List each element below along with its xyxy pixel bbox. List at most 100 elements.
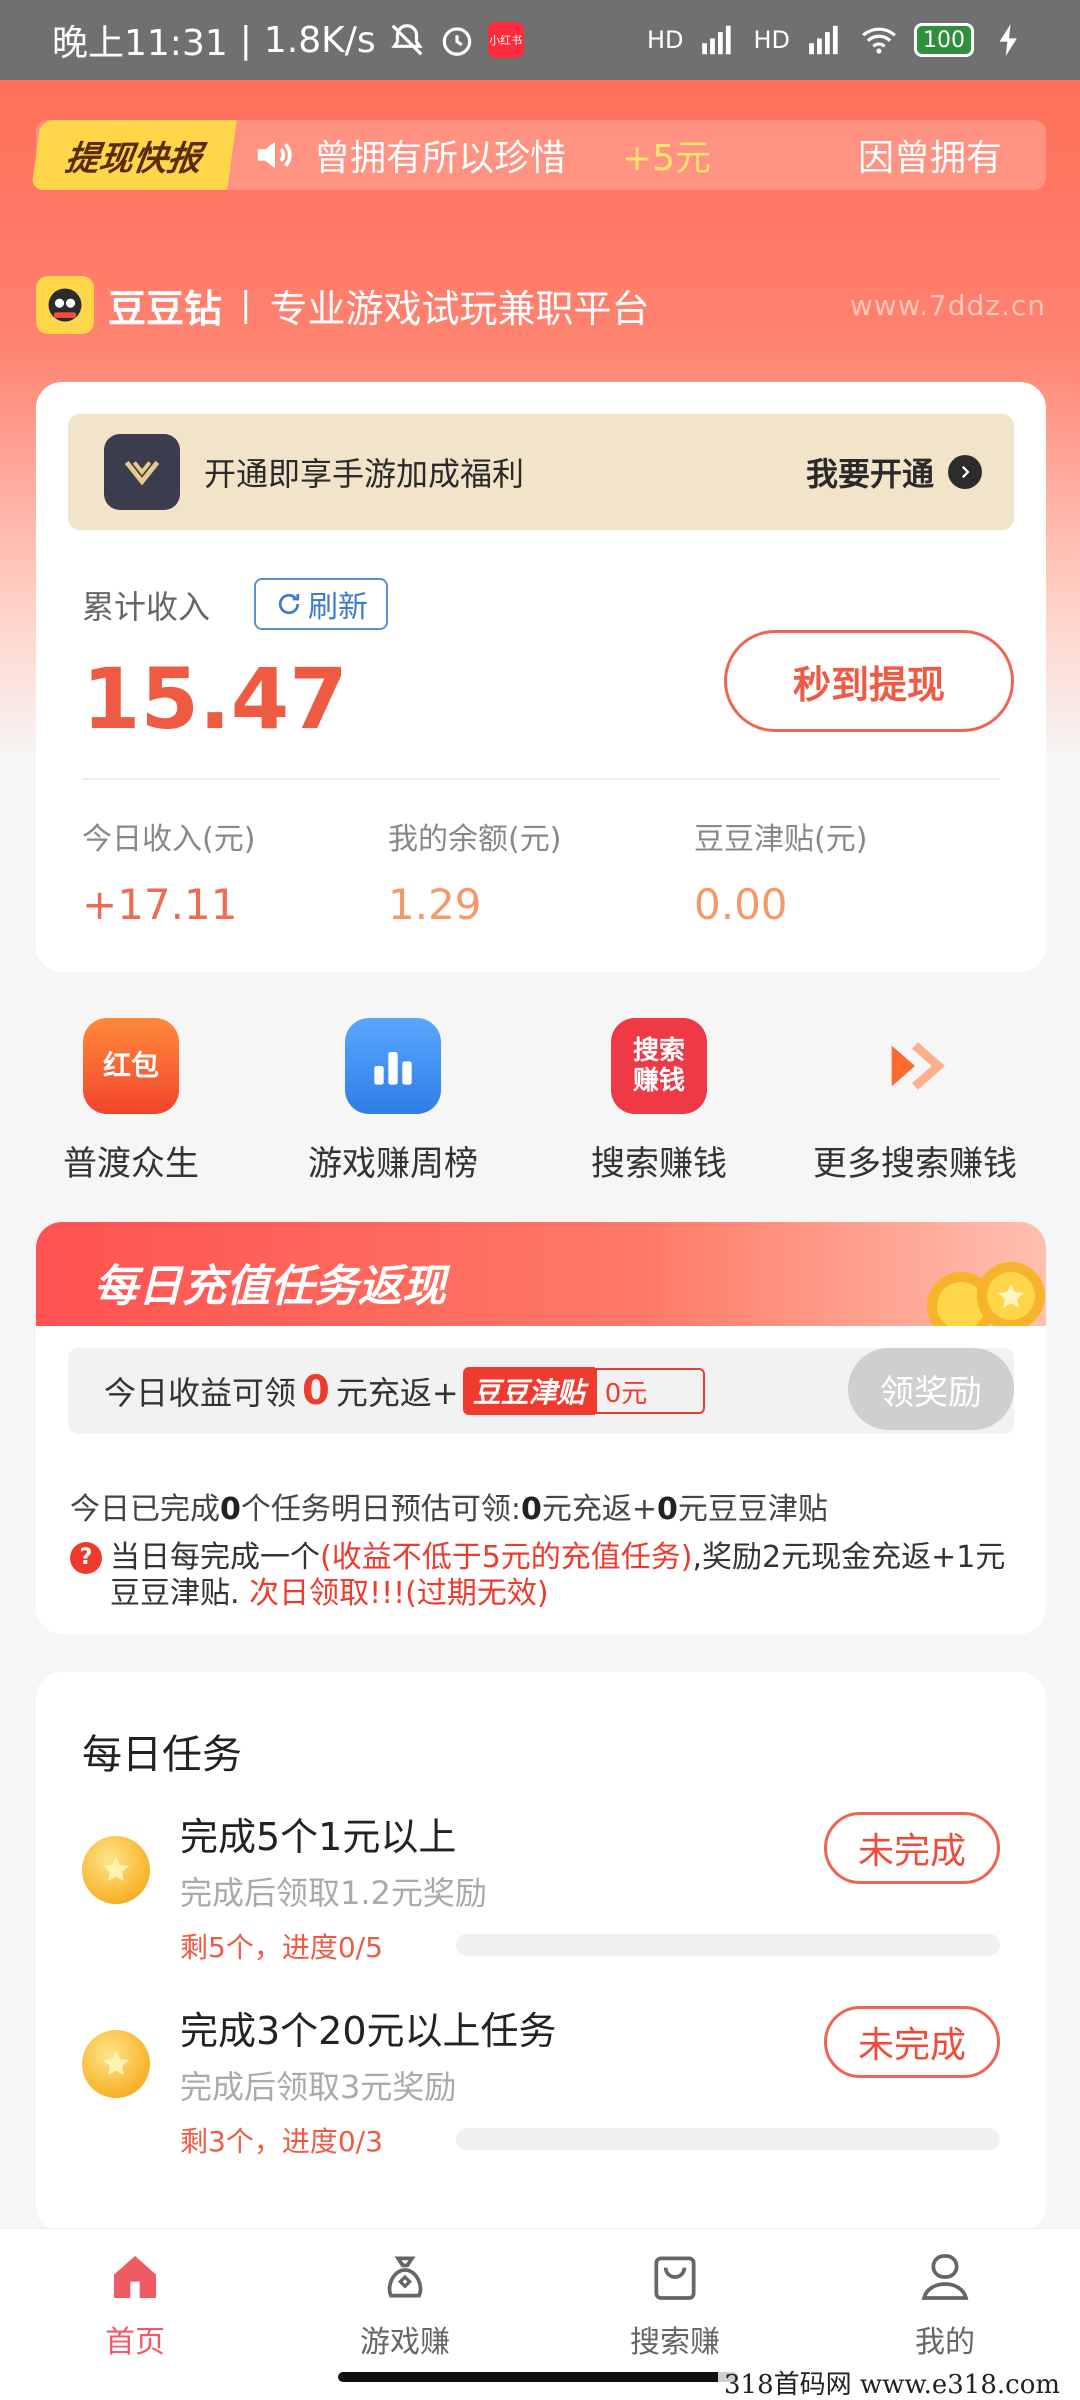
brand-logo-icon: [36, 276, 94, 334]
quick-item-weekly-ranking[interactable]: 游戏赚周榜: [268, 1010, 518, 1185]
vip-icon: [104, 434, 180, 510]
nav-game-earn[interactable]: 游戏赚: [270, 2249, 540, 2361]
brand-name: 豆豆钻: [108, 286, 223, 331]
speaker-icon: [257, 141, 292, 169]
stat-label: 豆豆津贴(元): [694, 822, 868, 857]
stat-allowance: 豆豆津贴(元) 0.00: [694, 814, 867, 929]
total-income-value: 15.47: [82, 650, 348, 748]
recharge-title: 每日充值任务返现: [94, 1261, 446, 1312]
vip-open-button[interactable]: 我要开通: [806, 449, 982, 495]
task-progress-bar: [456, 1934, 1000, 1956]
quick-item-label: 更多搜索赚钱: [813, 1144, 1017, 1184]
ticker-amount: +5元: [622, 138, 712, 179]
brand-row: 豆豆钻 | 专业游戏试玩兼职平台 www.7ddz.cn: [36, 272, 1046, 338]
task-status-button[interactable]: 未完成: [824, 2006, 1000, 2078]
task-status-button[interactable]: 未完成: [824, 1812, 1000, 1884]
daily-tasks-title: 每日任务: [82, 1732, 242, 1778]
stat-label: 今日收入(元): [82, 822, 256, 857]
task-progress-bar: [456, 2128, 1000, 2150]
task-item: 完成5个1元以上 完成后领取1.2元奖励 剩5个，进度0/5 未完成: [36, 1806, 1046, 1976]
stat-value: 1.29: [388, 880, 482, 929]
nav-home[interactable]: 首页: [0, 2249, 270, 2361]
ticker-badge: 提现快报: [31, 120, 237, 190]
ranking-chart-icon: [345, 1018, 441, 1114]
nav-label: 游戏赚: [360, 2325, 450, 2360]
status-bar: 晚上11:31 | 1.8K/s 小红书 HD HD 100: [0, 0, 1080, 80]
ticker-message: 曾拥有所以珍惜: [314, 138, 567, 179]
divider: [82, 778, 1000, 780]
reward-amount: 0: [302, 1368, 330, 1414]
task-progress-text: 剩5个，进度0/5: [180, 1931, 383, 1964]
recharge-header: 每日充值任务返现: [36, 1222, 1046, 1336]
shopping-bag-icon: [654, 2256, 696, 2300]
completion-summary: 今日已完成0个任务明日预估可领:0元充返+0元豆豆津贴: [70, 1492, 828, 1527]
money-bag-icon: [387, 2256, 423, 2298]
home-indicator[interactable]: [338, 2372, 738, 2382]
quick-item-more-search[interactable]: 更多搜索赚钱: [790, 1010, 1040, 1185]
signal-hd-label: HD: [646, 26, 684, 54]
claim-reward-button[interactable]: 领奖励: [848, 1348, 1014, 1430]
task-title: 完成3个20元以上任务: [180, 2009, 557, 2053]
quick-menu: 红包 普渡众生 游戏赚周榜 搜索 赚钱 搜索赚钱 更多搜索赚钱: [36, 1010, 1046, 1190]
app-notification-icon: 小红书: [487, 22, 524, 58]
nav-search-earn[interactable]: 搜索赚: [540, 2249, 810, 2361]
refresh-icon: [278, 593, 300, 615]
vip-text: 开通即享手游加成福利: [204, 455, 525, 493]
quick-item-label: 搜索赚钱: [591, 1144, 727, 1184]
income-card: 开通即享手游加成福利 我要开通 累计收入 刷新 15.47 秒到提现 今日收入(…: [36, 382, 1046, 972]
home-icon: [114, 2256, 156, 2298]
user-icon: [921, 2254, 969, 2300]
quick-item-red-packet[interactable]: 红包 普渡众生: [6, 1010, 256, 1185]
battery-icon: 100: [914, 23, 974, 57]
nav-profile[interactable]: 我的: [810, 2249, 1080, 2361]
nav-label: 我的: [915, 2325, 975, 2360]
double-arrow-icon: [867, 1018, 963, 1114]
quick-item-label: 普渡众生: [63, 1144, 199, 1184]
vip-banner[interactable]: 开通即享手游加成福利 我要开通: [68, 414, 1014, 530]
nav-label: 搜索赚: [630, 2325, 720, 2360]
daily-tasks-card: 每日任务 完成5个1元以上 完成后领取1.2元奖励 剩5个，进度0/5 未完成 …: [36, 1672, 1046, 2232]
watermark: 318首码网 www.e318.com: [718, 2362, 1066, 2400]
withdraw-button[interactable]: 秒到提现: [724, 630, 1014, 732]
withdraw-ticker[interactable]: 提现快报 曾拥有所以珍惜 +5元 因曾拥有: [31, 120, 1046, 190]
refresh-label: 刷新: [308, 590, 368, 625]
bell-muted-icon: [391, 24, 423, 56]
task-subtitle: 完成后领取3元奖励: [180, 2068, 457, 2106]
wifi-icon: [862, 27, 896, 54]
task-subtitle: 完成后领取1.2元奖励: [180, 1874, 487, 1912]
signal-icon: [702, 25, 732, 55]
stat-balance: 我的余额(元) 1.29: [388, 814, 561, 929]
ticker-message-2: 因曾拥有: [857, 138, 1002, 179]
brand-url: www.7ddz.cn: [849, 288, 1046, 322]
vip-open-label: 我要开通: [805, 455, 934, 493]
stat-value: 0.00: [694, 880, 788, 929]
stat-label: 我的余额(元): [388, 822, 562, 857]
stat-value: +17.11: [82, 880, 238, 929]
task-title: 完成5个1元以上: [180, 1815, 457, 1859]
status-speed: 1.8K/s: [263, 19, 376, 61]
stat-today-income: 今日收入(元) +17.11: [82, 814, 255, 929]
task-progress-text: 剩3个，进度0/3: [180, 2125, 383, 2158]
coin-icon: [82, 2030, 150, 2098]
search-earn-icon: 搜索 赚钱: [611, 1018, 707, 1114]
quick-item-label: 游戏赚周榜: [308, 1144, 478, 1184]
quick-item-search-earn[interactable]: 搜索 赚钱 搜索赚钱: [534, 1010, 784, 1185]
nav-label: 首页: [105, 2325, 165, 2360]
alarm-icon: [442, 27, 471, 56]
charging-icon: [999, 24, 1017, 56]
task-item: 完成3个20元以上任务 完成后领取3元奖励 剩3个，进度0/3 未完成: [36, 2000, 1046, 2170]
coin-icon: [82, 1836, 150, 1904]
red-packet-icon: 红包: [83, 1018, 179, 1114]
signal-hd-label-2: HD: [753, 26, 790, 54]
chevron-right-icon: [948, 455, 982, 489]
status-time: 晚上11:31: [52, 23, 228, 64]
question-icon: ?: [70, 1542, 102, 1574]
signal-icon-2: [809, 25, 838, 55]
allowance-tag: 豆豆津贴 0元: [462, 1367, 705, 1415]
reward-rule-note: ? 当日每完成一个(收益不低于5元的充值任务),奖励2元现金充返+1元豆豆津贴.…: [70, 1540, 1020, 1612]
coins-icon: [927, 1262, 1045, 1336]
refresh-button[interactable]: 刷新: [254, 578, 388, 630]
recharge-task-card: 每日充值任务返现 今日收益可领 0 元充返+ 豆豆津贴 0元 领奖励 今日已完成…: [36, 1222, 1046, 1634]
total-income-label: 累计收入: [82, 588, 211, 626]
brand-slogan: 专业游戏试玩兼职平台: [269, 286, 650, 331]
